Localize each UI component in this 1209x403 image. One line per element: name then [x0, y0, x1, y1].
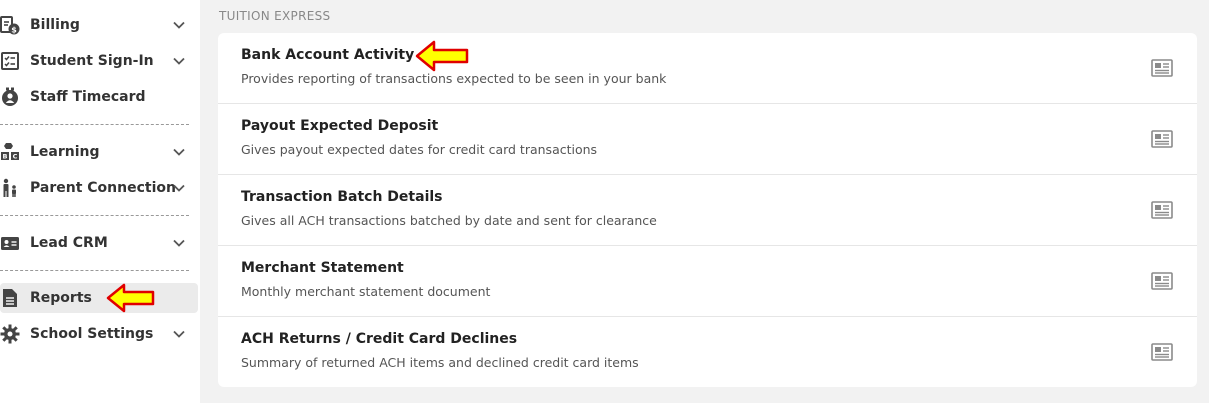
report-document-icon[interactable] — [1151, 130, 1173, 148]
report-document-icon[interactable] — [1151, 59, 1173, 77]
checklist-icon — [0, 51, 20, 71]
report-item-ach-returns-credit-card-declines[interactable]: ACH Returns / Credit Card Declines Summa… — [218, 317, 1197, 388]
svg-text:B: B — [3, 153, 8, 161]
report-title[interactable]: Bank Account Activity — [241, 47, 414, 63]
annotation-arrow-icon — [415, 40, 469, 72]
report-document-icon[interactable] — [1151, 272, 1173, 290]
sidebar-item-student-sign-in[interactable]: Student Sign-In — [0, 46, 198, 76]
gear-icon — [0, 324, 20, 344]
chevron-down-icon[interactable] — [172, 181, 186, 195]
sidebar-item-parent-connection[interactable]: Parent Connection — [0, 173, 198, 203]
chevron-down-icon[interactable] — [172, 145, 186, 159]
family-icon — [0, 178, 20, 198]
sidebar-item-reports[interactable]: Reports — [0, 283, 198, 313]
divider — [0, 215, 189, 216]
report-title[interactable]: ACH Returns / Credit Card Declines — [241, 331, 517, 347]
document-icon — [0, 288, 20, 308]
chevron-down-icon[interactable] — [172, 18, 186, 32]
chevron-down-icon[interactable] — [172, 327, 186, 341]
report-document-icon[interactable] — [1151, 343, 1173, 361]
sidebar-item-billing[interactable]: $ Billing — [0, 10, 198, 40]
reports-card: Bank Account Activity Provides reporting… — [218, 33, 1197, 387]
svg-text:$: $ — [11, 26, 17, 35]
report-description: Gives payout expected dates for credit c… — [241, 142, 598, 157]
report-description: Summary of returned ACH items and declin… — [241, 355, 639, 370]
report-document-icon[interactable] — [1151, 201, 1173, 219]
report-description: Provides reporting of transactions expec… — [241, 71, 667, 86]
timecard-icon — [0, 87, 20, 107]
sidebar-item-staff-timecard[interactable]: Staff Timecard — [0, 82, 198, 112]
report-title[interactable]: Transaction Batch Details — [241, 189, 443, 205]
abc-blocks-icon: BC — [0, 142, 20, 162]
sidebar-item-lead-crm[interactable]: Lead CRM — [0, 228, 198, 258]
report-item-transaction-batch-details[interactable]: Transaction Batch Details Gives all ACH … — [218, 175, 1197, 246]
chevron-down-icon[interactable] — [172, 54, 186, 68]
sidebar-item-school-settings[interactable]: School Settings — [0, 319, 198, 349]
report-item-bank-account-activity[interactable]: Bank Account Activity Provides reporting… — [218, 33, 1197, 104]
report-item-merchant-statement[interactable]: Merchant Statement Monthly merchant stat… — [218, 246, 1197, 317]
section-title: TUITION EXPRESS — [219, 9, 331, 23]
billing-icon: $ — [0, 15, 20, 35]
sidebar: $ Billing Student Sign-In Staff Timecard… — [0, 0, 200, 403]
report-item-payout-expected-deposit[interactable]: Payout Expected Deposit Gives payout exp… — [218, 104, 1197, 175]
report-title[interactable]: Payout Expected Deposit — [241, 118, 438, 134]
report-description: Gives all ACH transactions batched by da… — [241, 213, 657, 228]
chevron-down-icon[interactable] — [172, 236, 186, 250]
contact-card-icon — [0, 233, 20, 253]
sidebar-item-learning[interactable]: BC Learning — [0, 137, 198, 167]
sidebar-item-label: Staff Timecard — [30, 89, 146, 105]
svg-text:C: C — [13, 153, 18, 161]
report-description: Monthly merchant statement document — [241, 284, 491, 299]
report-title[interactable]: Merchant Statement — [241, 260, 404, 276]
divider — [0, 270, 189, 271]
divider — [0, 124, 189, 125]
annotation-arrow-icon — [106, 283, 155, 313]
